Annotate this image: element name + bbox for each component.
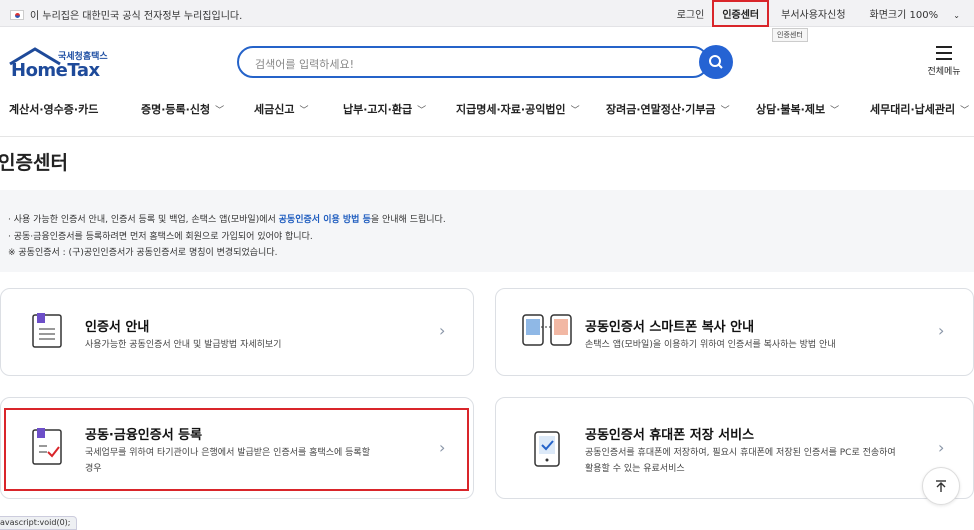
zoom-label: 화면크기 100% xyxy=(869,10,939,21)
nav-label: 납부·고지·환급 xyxy=(343,103,413,116)
document-icon xyxy=(32,313,62,348)
page-title: 인증센터 xyxy=(0,152,68,174)
dept-user-link[interactable]: 부서사용자신청 xyxy=(781,6,845,21)
nav-item-tax-filing[interactable]: 세금신고 ﹀ xyxy=(254,101,309,117)
zoom-select[interactable]: 화면크기 100% ⌄ xyxy=(858,6,960,21)
chevron-down-icon: ﹀ xyxy=(299,106,309,116)
search-button[interactable] xyxy=(699,45,733,79)
search-icon xyxy=(709,55,723,69)
card-cert-guide[interactable]: 인증서 안내 사용가능한 공동인증서 안내 및 발급방법 자세히보기 › xyxy=(0,288,474,376)
nav-label: 계산서·영수증·카드 xyxy=(9,103,99,116)
chevron-right-icon: › xyxy=(439,321,446,340)
chevron-down-icon: ﹀ xyxy=(215,106,225,116)
all-menu-button[interactable]: 전체메뉴 xyxy=(924,46,964,77)
nav-item-certificates[interactable]: 증명·등록·신청 ﹀ xyxy=(141,101,224,117)
info-line-1: · 사용 가능한 인증서 안내, 인증서 등록 및 백업, 손택스 앱(모바일)… xyxy=(8,215,446,225)
info-text: 공동·금융인증서를 등록하려면 먼저 홈택스에 회원으로 가입되어 있어야 합니… xyxy=(13,232,313,242)
info-line-2: · 공동·금융인증서를 등록하려면 먼저 홈택스에 회원으로 가입되어 있어야 … xyxy=(8,232,313,242)
chevron-down-icon: ﹀ xyxy=(570,106,580,116)
info-highlight: 공동인증서 이용 방법 등 xyxy=(278,215,371,225)
phone-check-icon xyxy=(534,431,560,467)
nav-divider xyxy=(0,136,974,137)
info-line-3: ※ 공동인증서 : (구)공인인증서가 공동인증서로 명칭이 변경되었습니다. xyxy=(8,248,278,258)
card-smartphone-copy[interactable]: 공동인증서 스마트폰 복사 안내 손택스 앱(모바일)을 이용하기 위하여 인증… xyxy=(495,288,974,376)
info-text: 사용 가능한 인증서 안내, 인증서 등록 및 백업, 손택스 앱(모바일)에서 xyxy=(13,215,279,225)
utility-links: 로그인 인증센터 부서사용자신청 화면크기 100% ⌄ xyxy=(665,0,960,27)
nav-label: 증명·등록·신청 xyxy=(141,103,211,116)
card-desc: 공동인증서를 휴대폰에 저장하여, 필요시 휴대폰에 저장된 인증서를 PC로 … xyxy=(585,448,896,474)
nav-label: 세금신고 xyxy=(254,103,295,116)
card-title: 공동인증서 스마트폰 복사 안내 xyxy=(585,320,755,335)
chevron-down-icon: ﹀ xyxy=(720,106,730,116)
nav-item-consult[interactable]: 상담·불복·제보 ﹀ xyxy=(756,101,839,117)
gov-notice-text: 이 누리집은 대한민국 공식 전자정부 누리집입니다. xyxy=(30,11,243,22)
chevron-down-icon: ﹀ xyxy=(417,106,427,116)
status-bar: avascript:void(0); xyxy=(0,516,78,530)
nav-label: 지급명세·자료·공익법인 xyxy=(456,103,566,116)
phone-copy-icon xyxy=(522,314,572,346)
chevron-right-icon: › xyxy=(938,438,945,457)
nav-item-incentives[interactable]: 장려금·연말정산·기부금 ﹀ xyxy=(606,101,730,117)
nav-label: 세무대리·납세관리 xyxy=(870,103,956,116)
nav-item-tax-agent[interactable]: 세무대리·납세관리 ﹀ xyxy=(870,101,969,117)
chevron-down-icon: ﹀ xyxy=(960,106,970,116)
chevron-down-icon: ﹀ xyxy=(830,106,840,116)
card-phone-storage[interactable]: 공동인증서 휴대폰 저장 서비스 공동인증서를 휴대폰에 저장하여, 필요시 휴… xyxy=(495,397,974,499)
all-menu-label: 전체메뉴 xyxy=(927,67,961,77)
cert-center-link[interactable]: 인증센터 xyxy=(712,0,770,27)
login-link[interactable]: 로그인 xyxy=(677,6,705,21)
info-text: 을 안내해 드립니다. xyxy=(370,215,446,225)
nav-label: 상담·불복·제보 xyxy=(756,103,826,116)
card-desc: 사용가능한 공동인증서 안내 및 발급방법 자세히보기 xyxy=(85,340,282,350)
main-nav: 계산서·영수증·카드 증명·등록·신청 ﹀ 세금신고 ﹀ 납부·고지·환급 ﹀ 지급명… xyxy=(0,98,974,122)
search-placeholder: 검색어를 입력하세요! xyxy=(255,58,354,71)
card-title: 공동인증서 휴대폰 저장 서비스 xyxy=(585,428,755,443)
korea-flag-icon xyxy=(10,9,24,20)
hometax-logo[interactable]: 국세청홈택스 HomeTax xyxy=(8,46,118,86)
chevron-right-icon: › xyxy=(938,321,945,340)
card-desc: 손택스 앱(모바일)을 이용하기 위하여 인증서를 복사하는 방법 안내 xyxy=(585,340,836,350)
search-input[interactable]: 검색어를 입력하세요! xyxy=(237,46,709,78)
nav-label: 장려금·연말정산·기부금 xyxy=(606,103,716,116)
tooltip: 인증센터 xyxy=(772,28,808,42)
hamburger-icon xyxy=(936,46,952,60)
scroll-to-top-button[interactable] xyxy=(922,467,960,505)
gov-banner: 이 누리집은 대한민국 공식 전자정부 누리집입니다. 로그인 인증센터 부서사… xyxy=(0,0,974,27)
card-title: 인증서 안내 xyxy=(85,320,150,335)
nav-item-payment[interactable]: 납부·고지·환급 ﹀ xyxy=(343,101,426,117)
nav-item-receipts[interactable]: 계산서·영수증·카드 xyxy=(9,101,98,117)
arrow-up-icon xyxy=(936,480,946,492)
chevron-down-icon: ⌄ xyxy=(953,11,960,20)
highlight-box xyxy=(4,408,469,491)
info-box: · 사용 가능한 인증서 안내, 인증서 등록 및 백업, 손택스 앱(모바일)… xyxy=(0,190,974,272)
nav-item-statements[interactable]: 지급명세·자료·공익법인 ﹀ xyxy=(456,101,580,117)
logo-text: HomeTax xyxy=(11,60,100,81)
gov-notice: 이 누리집은 대한민국 공식 전자정부 누리집입니다. xyxy=(10,7,242,22)
